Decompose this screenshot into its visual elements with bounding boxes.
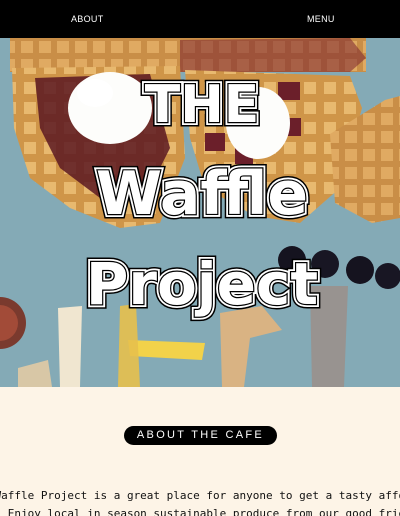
hero-title-line2-core: Waffle [96, 159, 308, 229]
about-text-line1: The Waffle Project is a great place for … [0, 489, 400, 502]
nav-menu-link[interactable]: MENU [307, 0, 335, 38]
hero-title-line1-core: THE [145, 75, 260, 135]
top-nav-bar: ABOUT MENU [0, 0, 400, 38]
hero-image: THE THE THE THE Waffle Waffle Waffle Waf… [0, 38, 400, 387]
about-text: The Waffle Project is a great place for … [0, 487, 400, 516]
about-heading: ABOUT THE CAFE [124, 426, 277, 445]
hero-title-line3-core: Project [86, 250, 318, 318]
nav-about-link[interactable]: ABOUT [71, 0, 104, 38]
about-section: ABOUT THE CAFE The Waffle Project is a g… [0, 387, 400, 516]
about-text-line2: meal. Enjoy local in season sustainable … [0, 507, 400, 516]
hero-title: THE THE THE THE Waffle Waffle Waffle Waf… [81, 71, 322, 323]
